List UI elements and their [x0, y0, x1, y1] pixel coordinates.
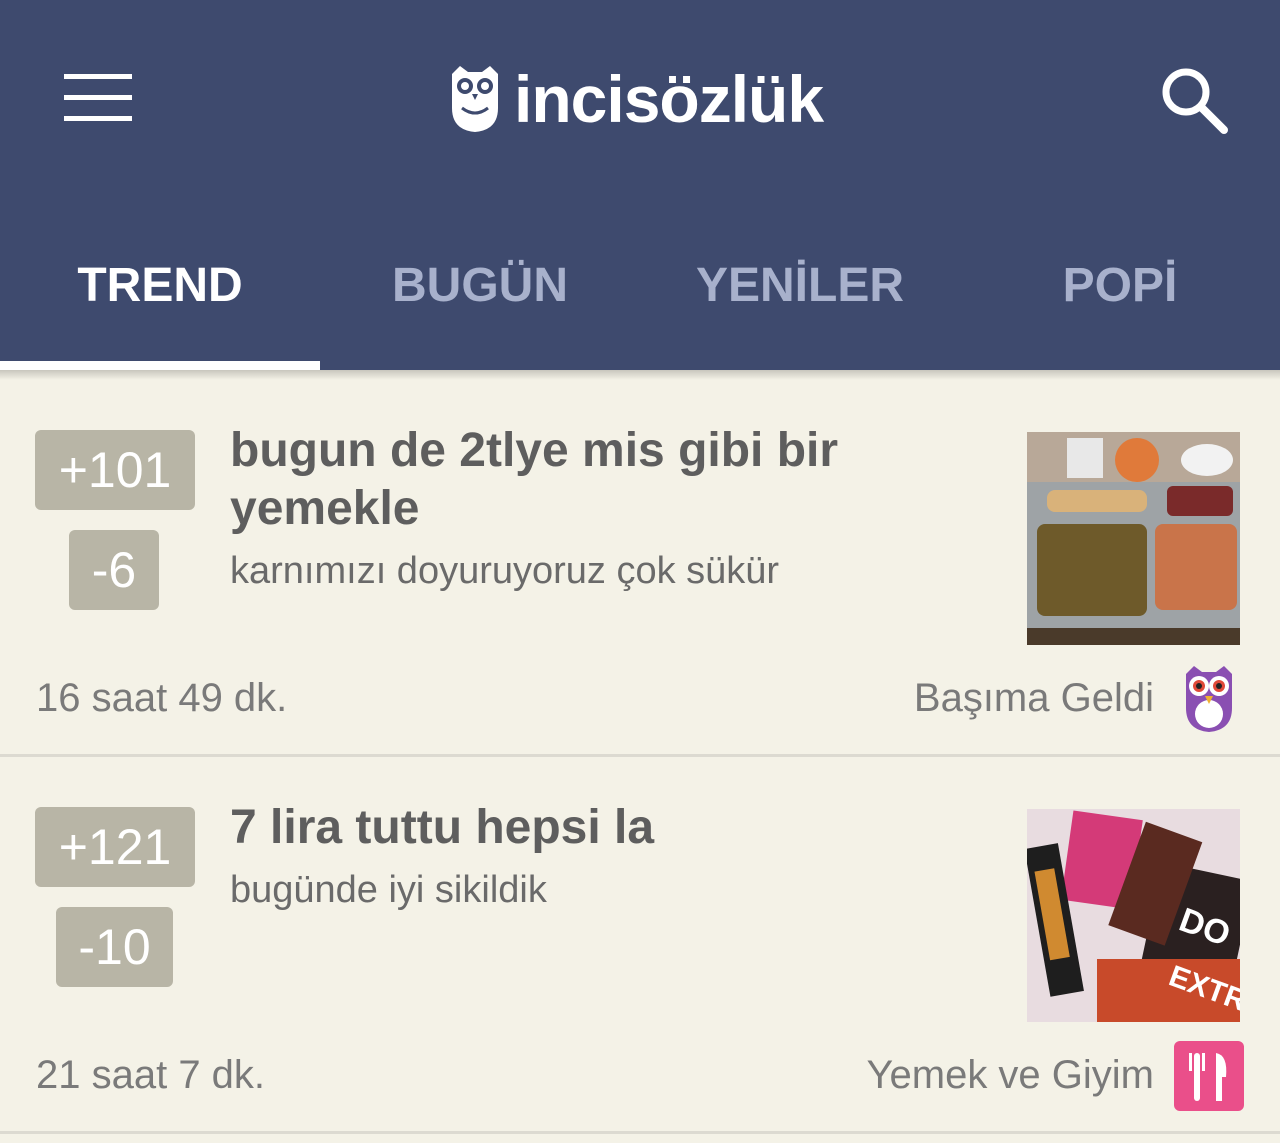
post-title[interactable]: 7 lira tuttu hepsi la	[230, 799, 870, 857]
post-time: 16 saat 49 dk.	[36, 676, 288, 720]
post-card[interactable]: +121 -10 7 lira tuttu hepsi la bugünde i…	[0, 755, 1280, 1134]
app-logo[interactable]: incisözlük	[448, 62, 824, 136]
app-name: incisözlük	[514, 62, 824, 136]
post-category[interactable]: Yemek ve Giyim	[867, 1053, 1155, 1098]
post-thumbnail[interactable]: DO EXTR	[1027, 809, 1240, 1022]
tab-yeniler[interactable]: YENİLER	[640, 220, 960, 370]
post-thumbnail[interactable]	[1027, 432, 1240, 645]
tab-popi[interactable]: POPİ	[960, 220, 1280, 370]
post-subtitle: bugünde iyi sikildik	[230, 869, 547, 911]
upvote-button[interactable]: +101	[35, 430, 195, 510]
tab-bar: TREND BUGÜN YENİLER POPİ	[0, 220, 1280, 370]
owl-icon	[452, 66, 498, 132]
fork-knife-icon[interactable]	[1174, 1041, 1244, 1111]
downvote-button[interactable]: -10	[56, 907, 173, 987]
post-time: 21 saat 7 dk.	[36, 1053, 266, 1097]
app-header: incisözlük TREND BUGÜN YENİLER POPİ	[0, 0, 1280, 370]
tab-trend[interactable]: TREND	[0, 220, 320, 370]
tab-bugun[interactable]: BUGÜN	[320, 220, 640, 370]
post-category[interactable]: Başıma Geldi	[914, 676, 1154, 721]
downvote-button[interactable]: -6	[69, 530, 159, 610]
purple-owl-icon[interactable]	[1174, 662, 1244, 732]
search-icon[interactable]	[1158, 64, 1230, 136]
post-subtitle: karnımızı doyuruyoruz çok sükür	[230, 550, 780, 592]
post-card[interactable]: +101 -6 bugun de 2tlye mis gibi bir yeme…	[0, 378, 1280, 757]
hamburger-menu-icon[interactable]	[64, 74, 134, 122]
upvote-button[interactable]: +121	[35, 807, 195, 887]
post-title[interactable]: bugun de 2tlye mis gibi bir yemekle	[230, 422, 870, 538]
